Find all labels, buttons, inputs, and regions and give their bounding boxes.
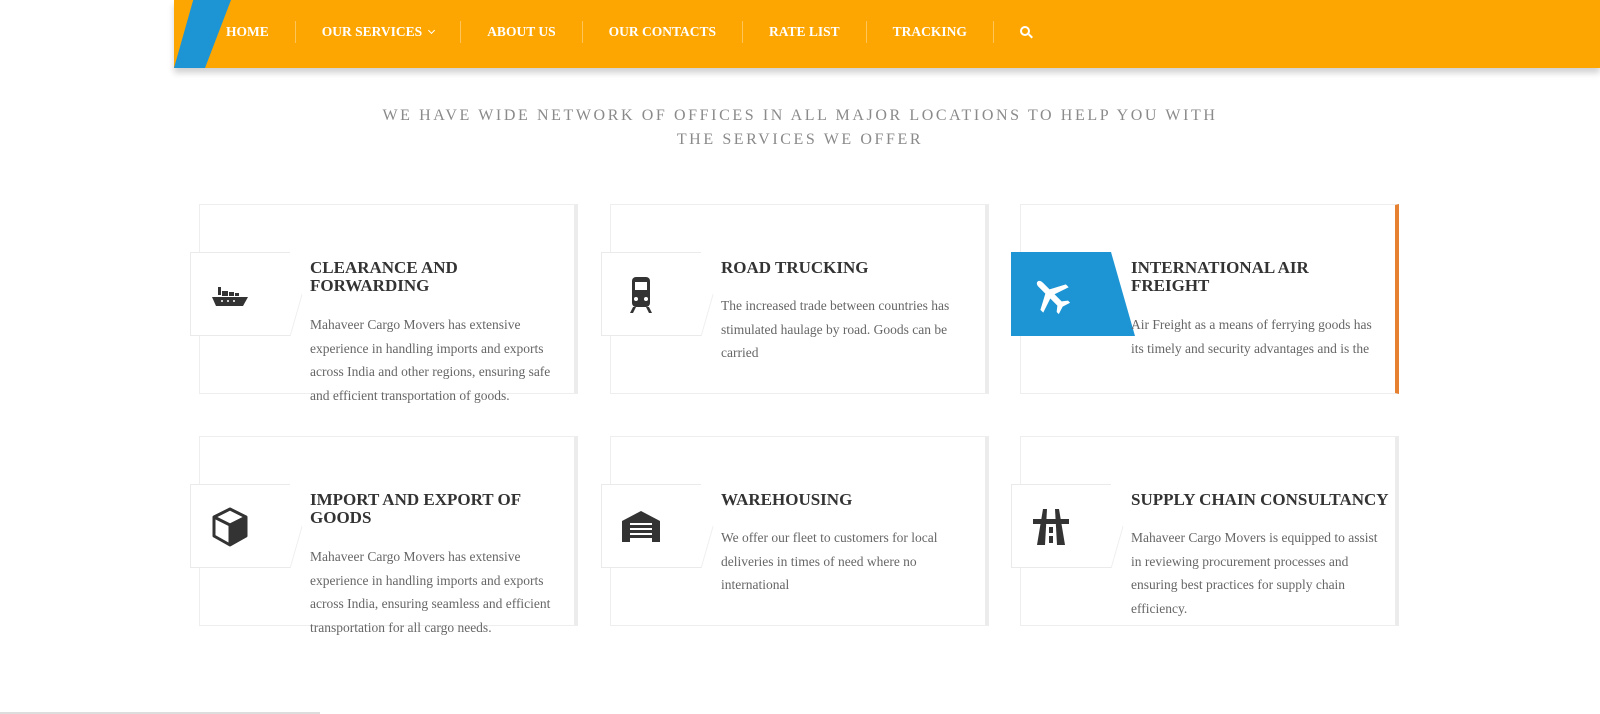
road-icon xyxy=(1033,509,1069,545)
service-title: SUPPLY CHAIN CONSULTANCY xyxy=(1131,490,1389,509)
service-description: Mahaveer Cargo Movers has extensive expe… xyxy=(310,549,551,635)
service-description: The increased trade between countries ha… xyxy=(721,298,950,360)
service-card-supply-chain[interactable]: SUPPLY CHAIN CONSULTANCY Mahaveer Cargo … xyxy=(1011,436,1399,626)
service-icon-box xyxy=(601,252,701,336)
nav-item-tracking[interactable]: TRACKING xyxy=(867,21,994,43)
nav-item-home[interactable]: HOME xyxy=(200,21,296,43)
service-title: WAREHOUSING xyxy=(721,490,853,509)
services-heading: WE HAVE WIDE NETWORK OF OFFICES IN ALL M… xyxy=(382,107,1218,148)
nav-item-rate-list[interactable]: RATE LIST xyxy=(743,21,867,43)
service-icon-box xyxy=(190,252,290,336)
service-title: IMPORT AND EXPORT OF GOODS xyxy=(310,490,521,527)
cube-icon xyxy=(212,507,248,547)
nav-item-label: TRACKING xyxy=(892,24,967,39)
train-icon xyxy=(630,277,652,313)
ship-icon xyxy=(212,287,248,306)
service-icon-box xyxy=(601,484,701,568)
nav-item-label: OUR CONTACTS xyxy=(608,24,716,39)
service-icon-box xyxy=(1011,484,1111,568)
nav-item-label: ABOUT US xyxy=(487,24,556,39)
service-card-clearance[interactable]: CLEARANCE AND FORWARDING Mahaveer Cargo … xyxy=(190,204,578,403)
service-description: Mahaveer Cargo Movers is equipped to ass… xyxy=(1131,530,1378,616)
nav-item-our-services[interactable]: OUR SERVICES xyxy=(296,21,462,43)
service-card-air-freight[interactable]: INTERNATIONAL AIR FREIGHT Air Freight as… xyxy=(1011,204,1399,394)
search-icon xyxy=(1019,25,1033,39)
service-title: ROAD TRUCKING xyxy=(721,258,869,277)
service-title: INTERNATIONAL AIR FREIGHT xyxy=(1131,258,1309,295)
nav-item-about-us[interactable]: ABOUT US xyxy=(461,21,583,43)
nav-item-our-contacts[interactable]: OUR CONTACTS xyxy=(583,21,743,43)
service-card-import-export[interactable]: IMPORT AND EXPORT OF GOODS Mahaveer Carg… xyxy=(190,436,578,635)
service-card-warehousing[interactable]: WAREHOUSING We offer our fleet to custom… xyxy=(601,436,989,626)
service-title: CLEARANCE AND FORWARDING xyxy=(310,258,458,295)
service-description: Mahaveer Cargo Movers has extensive expe… xyxy=(310,317,551,403)
service-icon-box xyxy=(1011,252,1111,336)
service-card-road-trucking[interactable]: ROAD TRUCKING The increased trade betwee… xyxy=(601,204,989,394)
chevron-down-icon xyxy=(428,26,436,35)
nav-item-label: OUR SERVICES xyxy=(321,24,423,39)
search-button[interactable] xyxy=(994,21,1059,43)
warehouse-icon xyxy=(622,511,660,542)
plane-icon xyxy=(1036,280,1071,315)
nav-menu: HOME OUR SERVICES ABOUT US OUR CONTACTS … xyxy=(200,0,1059,64)
service-description: Air Freight as a means of ferrying goods… xyxy=(1131,317,1372,356)
service-description: We offer our fleet to customers for loca… xyxy=(721,530,938,592)
nav-item-label: HOME xyxy=(226,24,269,39)
service-icon-box xyxy=(190,484,290,568)
nav-item-label: RATE LIST xyxy=(768,24,840,39)
